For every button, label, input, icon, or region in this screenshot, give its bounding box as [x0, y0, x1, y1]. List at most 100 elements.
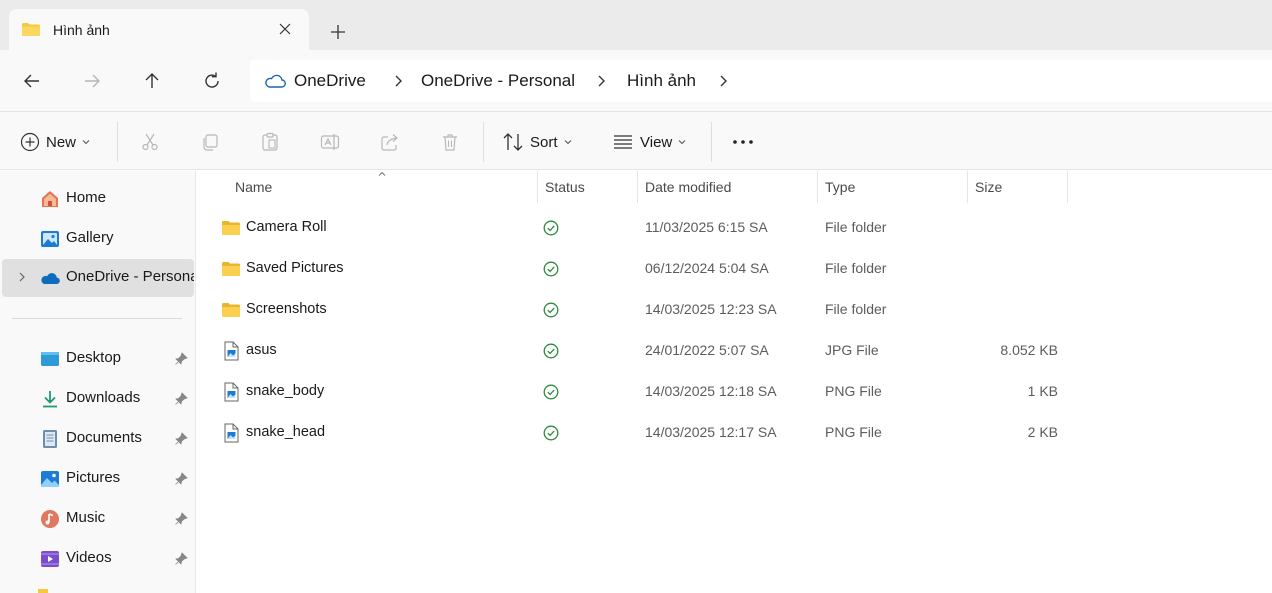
tab-hinh-anh[interactable]: Hình ảnh [9, 9, 309, 50]
column-label: Date modified [645, 179, 732, 195]
column-label: Type [825, 179, 856, 195]
copy-icon[interactable] [200, 132, 220, 152]
rename-icon[interactable] [320, 132, 340, 152]
desktop-icon [41, 352, 59, 366]
refresh-icon[interactable] [200, 69, 224, 93]
pin-icon[interactable] [174, 512, 188, 526]
chevron-right-icon[interactable] [17, 271, 27, 283]
chevron-right-icon[interactable] [717, 74, 729, 88]
table-row[interactable]: asus 24/01/2022 5:07 SA JPG File 8.052 K… [197, 331, 1272, 372]
date-modified: 06/12/2024 5:04 SA [645, 260, 769, 276]
chevron-right-icon[interactable] [595, 74, 607, 88]
file-type: File folder [825, 219, 887, 235]
file-type: PNG File [825, 424, 882, 440]
address-bar[interactable]: OneDrive OneDrive - Personal Hình ảnh [250, 60, 1272, 102]
divider [483, 122, 484, 162]
column-label: Name [235, 179, 273, 195]
file-name: Camera Roll [246, 219, 327, 235]
table-row[interactable]: Camera Roll 11/03/2025 6:15 SA File fold… [197, 208, 1272, 249]
tab-title: Hình ảnh [53, 22, 110, 38]
sidebar-item-documents[interactable]: Documents [0, 420, 196, 456]
synced-check-icon [543, 343, 559, 359]
chevron-right-icon[interactable] [392, 74, 404, 88]
sort-button[interactable]: Sort [502, 129, 573, 155]
file-type: File folder [825, 301, 887, 317]
table-row[interactable]: Screenshots 14/03/2025 12:23 SA File fol… [197, 290, 1272, 331]
pictures-icon [41, 471, 59, 487]
table-row[interactable]: snake_head 14/03/2025 12:17 SA PNG File … [197, 413, 1272, 454]
table-row[interactable]: snake_body 14/03/2025 12:18 SA PNG File … [197, 372, 1272, 413]
date-modified: 14/03/2025 12:17 SA [645, 424, 777, 440]
tab-strip: Hình ảnh [0, 0, 1272, 50]
sidebar-item-label: OneDrive - Personal [66, 268, 194, 285]
file-size: 1 KB [1027, 383, 1058, 399]
sidebar-item-label: Home [66, 189, 107, 206]
table-row[interactable]: Saved Pictures 06/12/2024 5:04 SA File f… [197, 249, 1272, 290]
pin-icon[interactable] [174, 392, 188, 406]
breadcrumb-hinh-anh[interactable]: Hình ảnh [627, 71, 696, 91]
new-label: New [46, 133, 77, 151]
column-divider[interactable] [1067, 171, 1068, 203]
cut-icon[interactable] [140, 132, 160, 152]
sidebar-item-onedrive-personal[interactable]: OneDrive - Personal [2, 259, 194, 297]
pin-icon[interactable] [174, 472, 188, 486]
music-icon [41, 510, 59, 528]
column-label: Status [545, 179, 585, 195]
navigation-bar: OneDrive OneDrive - Personal Hình ảnh [0, 50, 1272, 112]
paste-icon[interactable] [260, 132, 280, 152]
sidebar-item-music[interactable]: Music [0, 500, 196, 536]
sort-label: Sort [530, 133, 558, 151]
sidebar-item-downloads[interactable]: Downloads [0, 380, 196, 416]
share-icon[interactable] [380, 132, 400, 152]
up-arrow-icon[interactable] [140, 69, 164, 93]
sidebar-item-home[interactable]: Home [0, 180, 196, 216]
new-tab-icon[interactable] [326, 20, 350, 44]
gallery-icon [41, 231, 59, 247]
divider [711, 122, 712, 162]
pin-icon[interactable] [174, 552, 188, 566]
sidebar-item-gallery[interactable]: Gallery [0, 220, 196, 256]
file-size: 8.052 KB [1000, 342, 1058, 358]
column-header-size[interactable]: Size [968, 171, 1067, 203]
sort-icon [503, 133, 523, 151]
more-options-icon[interactable] [731, 132, 755, 152]
folder-icon [22, 23, 40, 36]
date-modified: 14/03/2025 12:18 SA [645, 383, 777, 399]
onedrive-cloud-icon [265, 74, 286, 88]
pin-icon[interactable] [174, 352, 188, 366]
file-type: PNG File [825, 383, 882, 399]
sidebar-item-desktop[interactable]: Desktop [0, 340, 196, 376]
folder-icon [222, 303, 240, 317]
image-file-icon [224, 341, 239, 361]
documents-icon [43, 430, 57, 448]
breadcrumb-onedrive-personal[interactable]: OneDrive - Personal [421, 71, 575, 91]
column-header-date-modified[interactable]: Date modified [638, 171, 817, 203]
view-button[interactable]: View [612, 129, 687, 155]
sidebar-item-videos[interactable]: Videos [0, 540, 196, 576]
sidebar-item-pictures[interactable]: Pictures [0, 460, 196, 496]
view-icon [614, 135, 632, 149]
breadcrumb-onedrive[interactable]: OneDrive [294, 71, 366, 91]
file-type: File folder [825, 260, 887, 276]
close-icon[interactable] [275, 19, 295, 39]
back-arrow-icon[interactable] [20, 69, 44, 93]
image-file-icon [224, 382, 239, 402]
add-circle-icon [20, 132, 40, 152]
chevron-down-icon [82, 140, 90, 145]
column-header-type[interactable]: Type [818, 171, 967, 203]
file-name: snake_body [246, 383, 325, 399]
column-header-status[interactable]: Status [538, 171, 637, 203]
divider [117, 122, 118, 162]
folder-icon [38, 589, 48, 593]
delete-icon[interactable] [440, 132, 460, 152]
forward-arrow-icon[interactable] [80, 69, 104, 93]
command-bar: New Sort View [0, 112, 1272, 170]
videos-icon [41, 551, 59, 567]
pin-icon[interactable] [174, 432, 188, 446]
home-icon [42, 191, 58, 207]
chevron-down-icon [564, 140, 571, 145]
column-header-name[interactable]: Name [197, 171, 537, 203]
sidebar-item-label: Gallery [66, 229, 114, 246]
new-button[interactable]: New [20, 129, 91, 155]
view-label: View [640, 133, 673, 151]
